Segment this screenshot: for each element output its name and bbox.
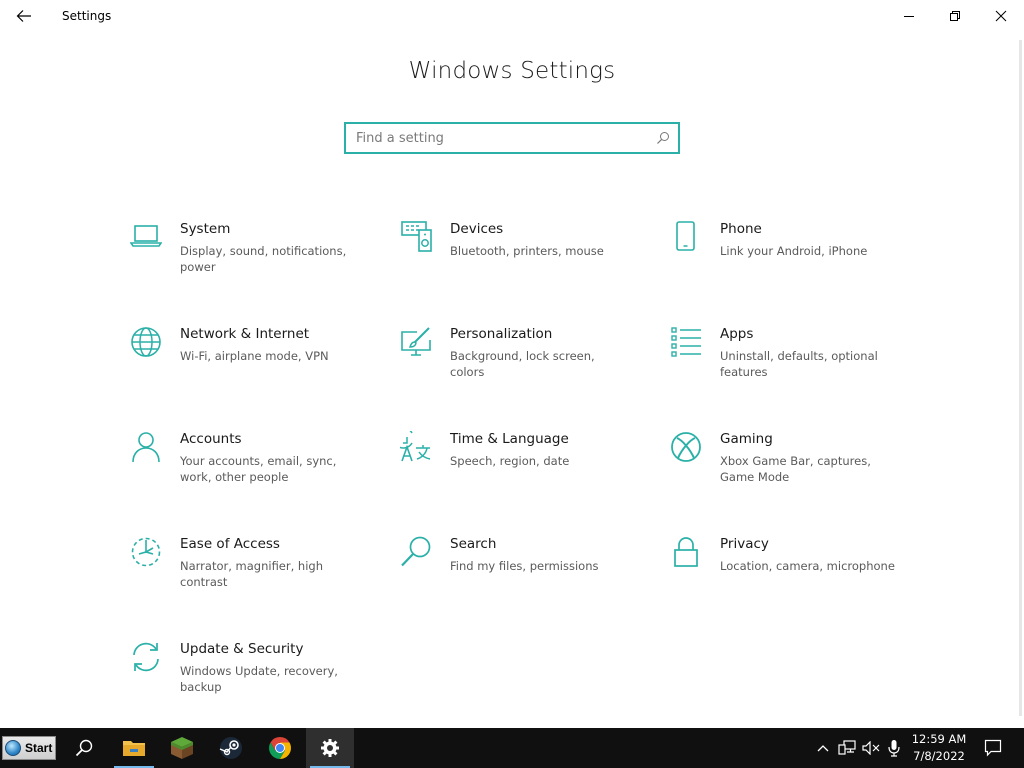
minimize-icon — [904, 16, 914, 17]
volume-tray-button[interactable] — [860, 728, 882, 768]
search-icon[interactable] — [656, 131, 670, 145]
taskbar-steam[interactable] — [207, 728, 255, 768]
action-center-button[interactable] — [978, 728, 1008, 768]
tile-system[interactable]: System Display, sound, notifications, po… — [130, 221, 370, 291]
tile-description: Narrator, magnifier, high contrast — [180, 559, 323, 589]
apps-list-icon — [671, 327, 701, 357]
gear-icon — [321, 739, 339, 757]
tile-title: Phone — [720, 221, 762, 237]
tile-description: Display, sound, notifications, power — [180, 244, 347, 274]
show-hidden-icons-button[interactable] — [812, 728, 834, 768]
time-language-icon — [400, 431, 431, 462]
minimize-button[interactable] — [886, 0, 932, 32]
tile-title: Devices — [450, 221, 504, 237]
tile-description: Your accounts, email, sync, work, other … — [180, 454, 337, 484]
taskbar-clock[interactable]: 12:59 AM 7/8/2022 — [906, 731, 972, 765]
globe-icon — [131, 327, 161, 357]
start-button[interactable]: Start — [2, 736, 56, 760]
chrome-icon — [269, 737, 291, 759]
tile-description: Windows Update, recovery, backup — [180, 664, 338, 694]
tile-description: Background, lock screen, colors — [450, 349, 595, 379]
start-orb-icon — [5, 740, 21, 756]
back-button[interactable] — [8, 4, 40, 28]
clock-time: 12:59 AM — [911, 732, 967, 746]
tile-description: Xbox Game Bar, captures, Game Mode — [720, 454, 871, 484]
search-box[interactable] — [344, 122, 680, 154]
phone-icon — [676, 221, 695, 251]
tile-description: Link your Android, iPhone — [720, 244, 868, 258]
restore-icon — [950, 11, 960, 21]
tile-title: Gaming — [720, 431, 773, 447]
tile-title: Search — [450, 536, 497, 552]
tile-devices[interactable]: Devices Bluetooth, printers, mouse — [400, 221, 640, 291]
taskbar-file-explorer[interactable] — [110, 728, 158, 768]
microphone-tray-button[interactable] — [884, 728, 904, 768]
taskbar-settings[interactable] — [306, 728, 354, 768]
tile-title: Accounts — [180, 431, 242, 447]
tile-description: Speech, region, date — [450, 454, 570, 468]
folder-icon — [123, 741, 145, 756]
tile-title: Time & Language — [450, 431, 569, 447]
tile-description: Find my files, permissions — [450, 559, 599, 573]
search-icon — [75, 739, 93, 757]
close-icon — [995, 10, 1007, 22]
ease-of-access-icon — [131, 537, 161, 567]
wired-network-icon — [838, 740, 856, 755]
chevron-up-icon — [817, 745, 829, 752]
clock-date: 7/8/2022 — [913, 749, 965, 763]
tile-privacy[interactable]: Privacy Location, camera, microphone — [670, 536, 910, 606]
taskbar-search-button[interactable] — [60, 728, 108, 768]
tile-description: Location, camera, microphone — [720, 559, 895, 573]
tile-update-security[interactable]: Update & Security Windows Update, recove… — [130, 641, 370, 711]
steam-icon — [219, 737, 242, 759]
tile-accounts[interactable]: Accounts Your accounts, email, sync, wor… — [130, 431, 370, 501]
tile-title: Update & Security — [180, 641, 304, 657]
minecraft-grass-block-icon — [171, 737, 193, 759]
person-icon — [132, 432, 160, 463]
restore-button[interactable] — [932, 0, 978, 32]
tile-title: Network & Internet — [180, 326, 310, 342]
taskbar-chrome[interactable] — [256, 728, 304, 768]
laptop-icon — [130, 225, 162, 247]
search-magnifier-icon — [401, 536, 431, 567]
start-label: Start — [25, 741, 53, 755]
devices-icon — [401, 221, 432, 252]
tile-network-internet[interactable]: Network & Internet Wi-Fi, airplane mode,… — [130, 326, 370, 396]
tile-title: Privacy — [720, 536, 769, 552]
notification-icon — [984, 739, 1002, 757]
taskbar: Start 12:59 AM 7/8/2022 — [0, 728, 1024, 768]
tile-phone[interactable]: Phone Link your Android, iPhone — [670, 221, 910, 291]
tile-description: Bluetooth, printers, mouse — [450, 244, 604, 258]
tile-gaming[interactable]: Gaming Xbox Game Bar, captures, Game Mod… — [670, 431, 910, 501]
tile-search[interactable]: Search Find my files, permissions — [400, 536, 640, 606]
title-bar: Settings — [0, 0, 1024, 33]
search-input[interactable] — [346, 124, 646, 152]
tile-description: Wi-Fi, airplane mode, VPN — [180, 349, 329, 363]
tile-title: Apps — [720, 326, 754, 342]
lock-icon — [674, 537, 698, 567]
paintbrush-icon — [401, 327, 431, 356]
tile-title: Personalization — [450, 326, 553, 342]
speaker-muted-icon — [862, 741, 880, 755]
xbox-icon — [671, 432, 701, 462]
tile-title: System — [180, 221, 231, 237]
taskbar-minecraft[interactable] — [158, 728, 206, 768]
window-controls — [886, 0, 1024, 32]
tile-personalization[interactable]: Personalization Background, lock screen,… — [400, 326, 640, 396]
microphone-icon — [888, 740, 900, 757]
page-title: Windows Settings — [408, 58, 616, 84]
network-tray-button[interactable] — [836, 728, 858, 768]
tile-title: Ease of Access — [180, 536, 280, 552]
tile-time-language[interactable]: Time & Language Speech, region, date — [400, 431, 640, 501]
tile-description: Uninstall, defaults, optional features — [720, 349, 878, 379]
tile-ease-of-access[interactable]: Ease of Access Narrator, magnifier, high… — [130, 536, 370, 606]
sync-arrows-icon — [133, 642, 159, 672]
tile-apps[interactable]: Apps Uninstall, defaults, optional featu… — [670, 326, 910, 396]
back-arrow-icon — [16, 10, 31, 22]
scrollbar-track[interactable] — [1019, 40, 1022, 716]
close-button[interactable] — [978, 0, 1024, 32]
app-title: Settings — [62, 9, 112, 23]
